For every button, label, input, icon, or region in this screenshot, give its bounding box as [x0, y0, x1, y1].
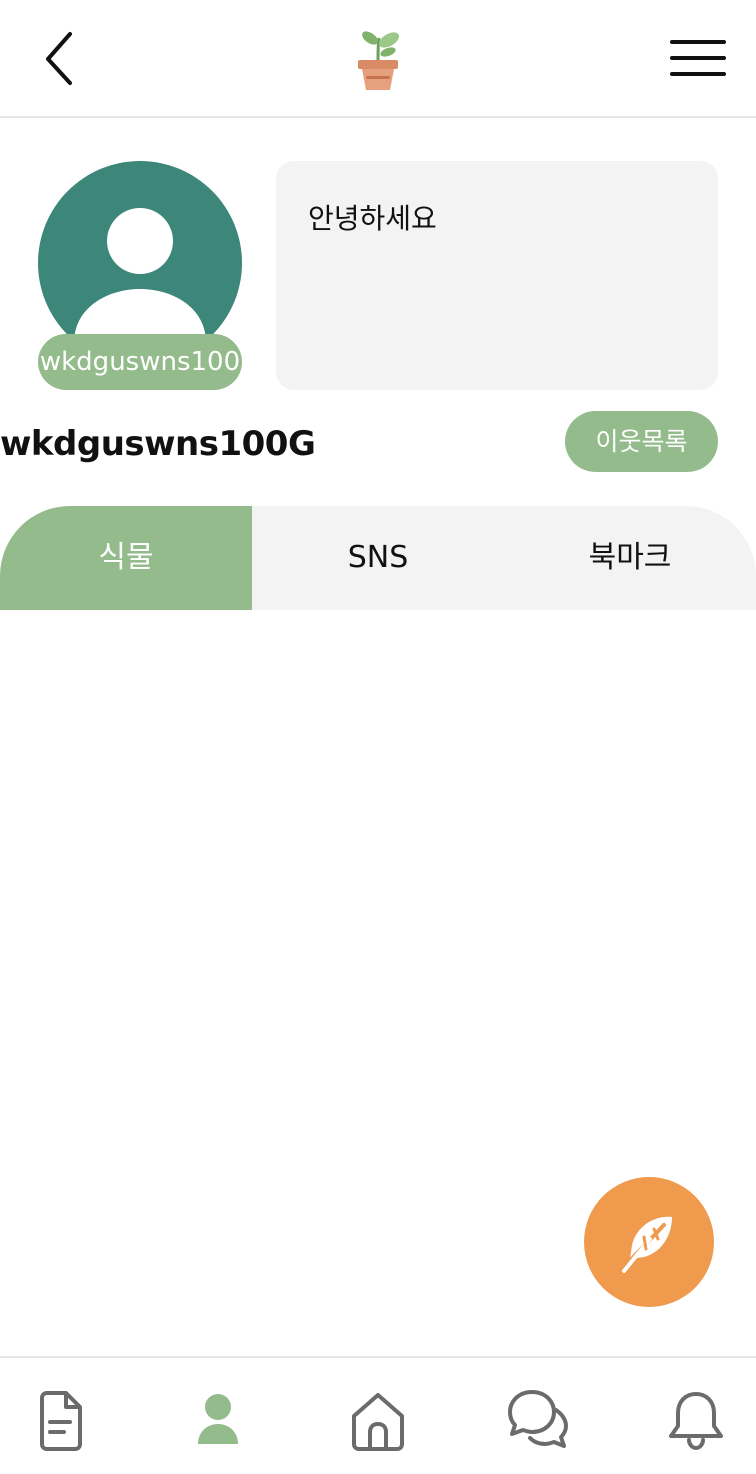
top-bar	[0, 0, 756, 118]
chat-icon	[508, 1390, 568, 1448]
home-icon	[352, 1393, 404, 1451]
chevron-left-icon	[46, 32, 72, 85]
nav-notifications[interactable]	[664, 1388, 728, 1452]
tab-bookmarks[interactable]: 북마크	[504, 506, 756, 610]
bio-text: 안녕하세요	[308, 202, 437, 235]
nav-chat[interactable]	[506, 1388, 570, 1452]
username-label: wkdguswns100G	[0, 424, 316, 464]
nav-profile[interactable]	[186, 1388, 250, 1452]
avatar-username-tag: wkdguswns100	[38, 334, 242, 390]
user-icon	[198, 1394, 238, 1444]
profile-tabs: 식물 SNS 북마크	[0, 506, 756, 610]
profile-screen: wkdguswns100 안녕하세요 wkdguswns100G 이웃목록 식물…	[0, 0, 756, 1474]
nav-posts[interactable]	[28, 1388, 92, 1452]
bottom-navigation	[0, 1356, 756, 1474]
potted-plant-icon	[358, 31, 399, 90]
bio-box: 안녕하세요	[276, 161, 718, 390]
tab-plants[interactable]: 식물	[0, 506, 252, 610]
nav-home[interactable]	[346, 1388, 410, 1452]
back-button[interactable]	[30, 22, 90, 94]
bell-icon	[669, 1392, 723, 1451]
app-logo	[352, 24, 404, 94]
tab-sns[interactable]: SNS	[252, 506, 504, 610]
document-icon	[40, 1391, 82, 1451]
hamburger-menu-icon	[670, 40, 726, 76]
menu-button[interactable]	[668, 34, 728, 82]
feather-icon	[620, 1216, 672, 1273]
write-post-button[interactable]	[584, 1177, 714, 1307]
neighbors-list-button[interactable]: 이웃목록	[565, 411, 718, 472]
